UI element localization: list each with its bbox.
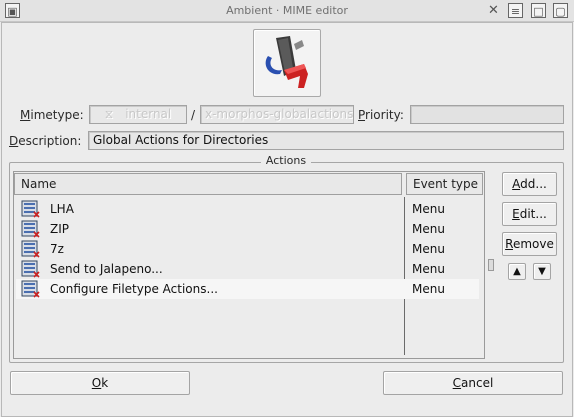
list-item[interactable]: Send to Jalapeno... Menu [16,259,479,279]
list-item[interactable]: Configure Filetype Actions... Menu [16,279,479,299]
description-field[interactable]: Global Actions for Directories [88,131,564,150]
maximize-icon[interactable]: ▢ [553,3,568,18]
mimetype-main-field: ⧖ internal [89,105,187,124]
move-down-button[interactable]: ▼ [533,263,551,280]
hourglass-icon: ⧖ [104,107,114,121]
ok-button[interactable]: Ok [10,371,190,395]
row-name: Send to Jalapeno... [50,262,163,276]
add-button[interactable]: Add... [502,172,557,196]
row-event-type: Menu [412,262,445,276]
row-event-type: Menu [412,202,445,216]
mimetype-separator: / [191,108,196,122]
mimetype-label: Mimetype: [20,108,84,122]
row-event-type: Menu [412,222,445,236]
edit-button[interactable]: Edit... [502,202,557,226]
row-name: 7z [50,242,64,256]
row-name: ZIP [50,222,69,236]
archive-icon [21,240,40,258]
row-name: LHA [50,202,74,216]
close-icon[interactable]: ✕ [486,3,501,18]
column-header-event-type[interactable]: Event type [406,173,483,195]
priority-field[interactable] [410,105,564,124]
remove-button[interactable]: Remove [502,232,557,256]
row-event-type: Menu [412,282,445,296]
list-item[interactable]: LHA Menu [16,199,479,219]
archive-icon [21,260,40,278]
window-menu-button[interactable]: ▣ [5,3,20,18]
cancel-button[interactable]: Cancel [383,371,563,395]
list-item[interactable]: ZIP Menu [16,219,479,239]
row-name: Configure Filetype Actions... [50,282,218,296]
iconify-icon[interactable]: □ [531,3,546,18]
list-item[interactable]: 7z Menu [16,239,479,259]
scrollbar-grip[interactable] [488,259,494,271]
description-label: Description: [9,134,82,148]
arrow-down-icon: ▼ [538,266,546,277]
priority-label: Priority: [358,108,404,122]
column-header-name[interactable]: Name [14,173,402,195]
mime-icon-button[interactable] [253,29,321,97]
mime-type-icon [265,36,308,88]
archive-icon [21,200,40,218]
row-event-type: Menu [412,242,445,256]
list-scrollbar[interactable] [486,195,498,359]
move-up-button[interactable]: ▲ [508,263,526,280]
archive-icon [21,280,40,298]
shade-icon[interactable]: ≡ [508,3,523,18]
arrow-up-icon: ▲ [513,266,521,277]
mimetype-sub-field: x-morphos-globalactions [200,105,354,124]
archive-icon [21,220,40,238]
actions-group-title: Actions [261,154,311,168]
